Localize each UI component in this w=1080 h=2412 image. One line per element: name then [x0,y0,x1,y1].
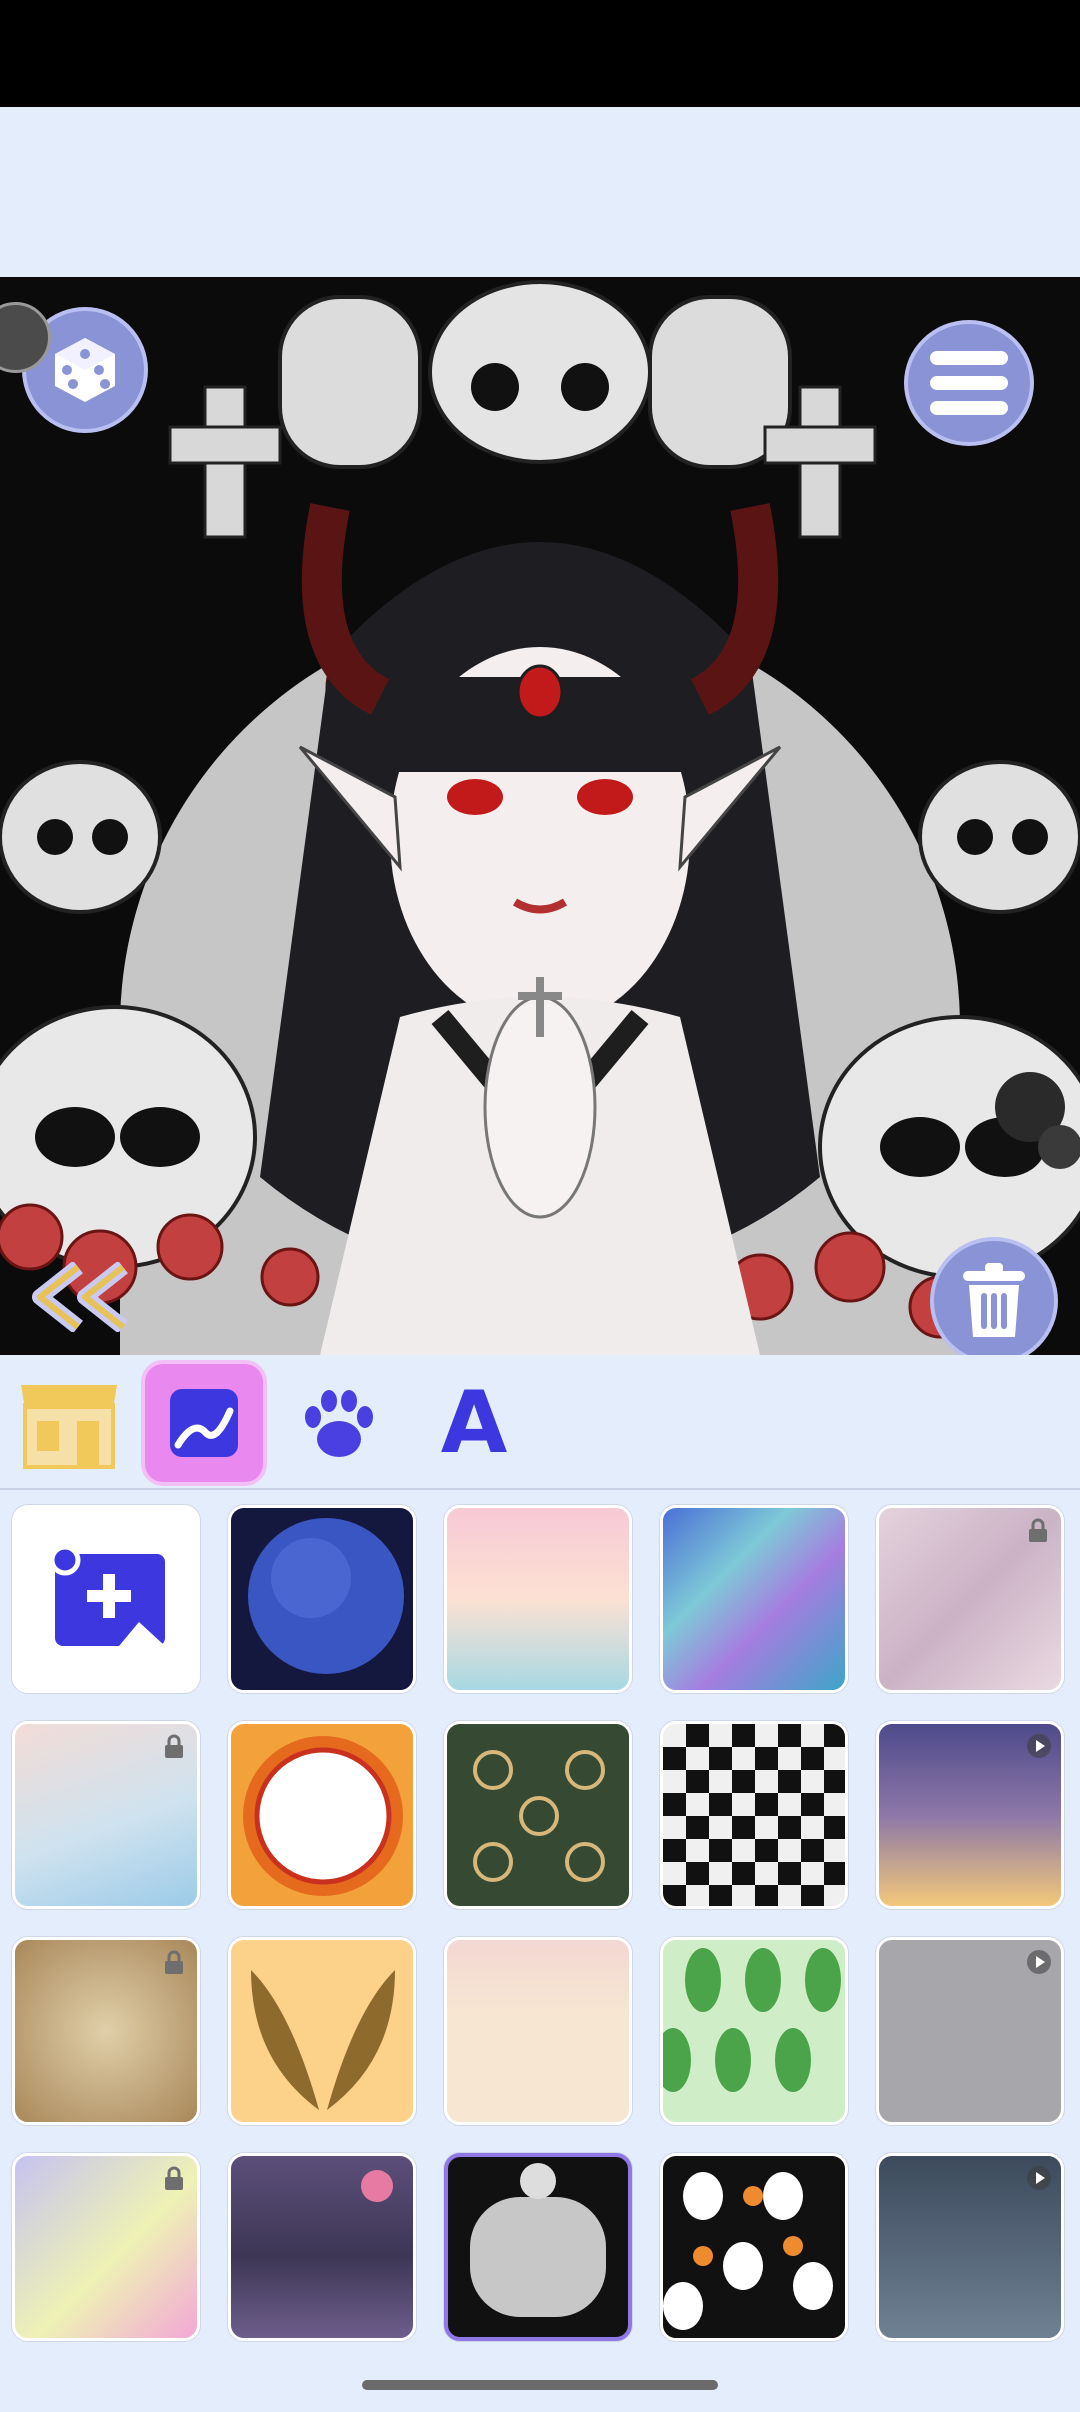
lock-icon [165,2166,183,2190]
lock-icon [1029,1518,1047,1542]
wings-thumb [251,1970,395,2110]
paw-icon [305,1390,373,1457]
add-image-icon [49,1544,165,1646]
play-icon [1027,1734,1051,1758]
tab-pets[interactable] [280,1364,398,1482]
background-image-icon [170,1389,238,1457]
purple-lake-thumb [361,2170,393,2202]
character-canvas[interactable] [0,277,1080,1355]
bg-tile-green-pattern[interactable] [444,1721,632,1909]
text-a-icon: A [440,1373,508,1473]
tab-shop[interactable] [10,1364,128,1482]
lock-icon [165,1950,183,1974]
sun-frame-thumb [243,1736,403,1896]
skull-frame-thumb [470,2163,606,2317]
character-illustration [0,280,1080,1355]
delete-button[interactable] [930,1237,1058,1355]
list-icon [930,351,1008,415]
bg-tile-golden-wings[interactable] [228,1937,416,2125]
home-indicator[interactable] [362,2380,718,2390]
play-icon [1027,1950,1051,1974]
tab-text[interactable]: A [415,1364,533,1482]
dice-icon [55,338,115,402]
trash-icon [963,1263,1025,1337]
status-bar [0,0,1080,107]
tab-backgrounds[interactable] [145,1364,263,1482]
bg-tile-pastel-clouds[interactable] [444,1505,632,1693]
bg-tile-paint-splash[interactable] [12,2153,200,2341]
galaxy-planet-thumb [248,1518,404,1674]
leaves-thumb [663,1948,841,2092]
bg-tile-ghosts-pattern[interactable] [660,2153,848,2341]
background-grid [12,1505,1068,2345]
ghosts-thumb [663,2172,833,2330]
bg-tile-old-paper[interactable] [12,1937,200,2125]
top-band [0,107,1080,277]
bg-tile-checkerboard[interactable] [660,1721,848,1909]
double-chevron-left-icon [32,1260,128,1334]
bg-tile-green-leaves[interactable] [660,1937,848,2125]
shop-icon [21,1385,117,1469]
bg-tile-blue-swirl[interactable] [660,1505,848,1693]
back-button[interactable] [28,1260,138,1334]
bg-tile-night-moon-sky[interactable] [876,2153,1064,2341]
bg-tile-purple-lake[interactable] [228,2153,416,2341]
bg-tile-add-custom[interactable] [12,1505,200,1693]
bg-tile-galaxy-planet[interactable] [228,1505,416,1693]
lock-icon [165,1734,183,1758]
bg-tile-grey-skulls[interactable] [876,1937,1064,2125]
play-icon [1027,2166,1051,2190]
green-pattern-thumb [473,1750,605,1882]
bg-tile-halloween-skull-frame[interactable] [444,2153,632,2341]
bg-tile-sunset-sky[interactable] [876,1721,1064,1909]
bg-tile-watercolor-pastel[interactable] [12,1721,200,1909]
menu-list-button[interactable] [904,320,1034,446]
bg-tile-floral-cream[interactable] [444,1937,632,2125]
bg-tile-pink-marble[interactable] [876,1505,1064,1693]
bg-tile-orange-sun-frame[interactable] [228,1721,416,1909]
